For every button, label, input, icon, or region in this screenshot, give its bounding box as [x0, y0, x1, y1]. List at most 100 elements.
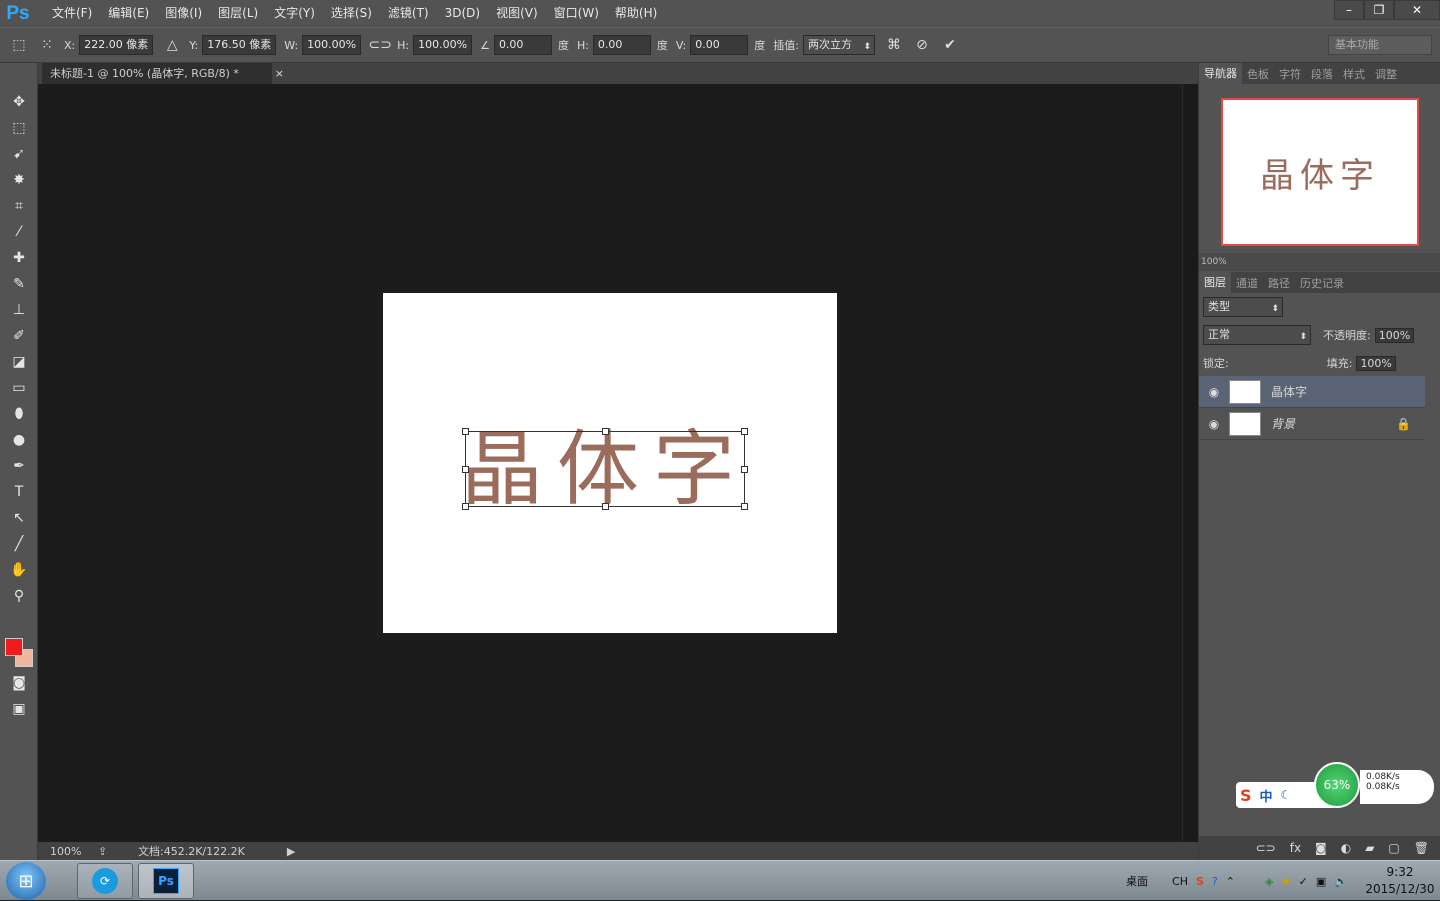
eyedropper-tool-icon[interactable]: ⁄ — [0, 219, 38, 245]
zoom-level[interactable]: 100% — [38, 845, 98, 858]
transform-handle[interactable] — [741, 428, 748, 435]
tab-close-icon[interactable]: × — [275, 63, 284, 84]
lang-indicator[interactable]: CH — [1172, 875, 1188, 888]
gradient-tool-icon[interactable]: ▭ — [0, 375, 38, 401]
interp-select[interactable]: 两次立方 — [802, 35, 875, 56]
blend-mode-select[interactable]: 正常 — [1203, 325, 1311, 346]
menu-view[interactable]: 视图(V) — [488, 0, 546, 27]
moon-icon[interactable]: ☾ — [1281, 788, 1292, 802]
tab-channels[interactable]: 通道 — [1231, 275, 1263, 291]
menu-file[interactable]: 文件(F) — [44, 0, 100, 27]
close-button[interactable]: ✕ — [1394, 0, 1440, 20]
move-tool-icon[interactable]: ✥ — [0, 89, 38, 115]
eye-icon[interactable]: ◉ — [1199, 385, 1229, 399]
menu-help[interactable]: 帮助(H) — [607, 0, 665, 27]
menu-image[interactable]: 图像(I) — [157, 0, 210, 27]
blur-tool-icon[interactable]: ⬮ — [0, 401, 38, 427]
transform-handle[interactable] — [602, 503, 609, 510]
h-field[interactable]: 100.00% — [413, 35, 473, 55]
ime-lang[interactable]: 中 — [1260, 786, 1273, 805]
brush-tool-icon[interactable]: ✎ — [0, 271, 38, 297]
zoom-tool-icon[interactable]: ⚲ — [0, 583, 38, 609]
x-field[interactable]: 222.00 像素 — [79, 35, 154, 55]
stamp-tool-icon[interactable]: ⊥ — [0, 297, 38, 323]
commit-transform-icon[interactable]: ✔ — [939, 34, 961, 56]
vskew-field[interactable]: 0.00 — [690, 35, 749, 55]
menu-select[interactable]: 选择(S) — [323, 0, 380, 27]
speed-ball[interactable]: 63% — [1314, 762, 1360, 808]
clock[interactable]: 9:32 2015/12/30 — [1360, 864, 1440, 898]
hskew-field[interactable]: 0.00 — [592, 35, 651, 55]
restore-button[interactable]: ❐ — [1364, 0, 1394, 20]
quick-mask-icon[interactable]: ◙ — [0, 670, 38, 696]
dodge-tool-icon[interactable]: ● — [0, 427, 38, 453]
w-field[interactable]: 100.00% — [302, 35, 362, 55]
tab-paragraph[interactable]: 段落 — [1306, 66, 1338, 82]
network-status-icon[interactable]: ✓ — [1299, 875, 1308, 888]
fx-icon[interactable]: fx — [1290, 841, 1301, 855]
angle-field[interactable]: 0.00 — [493, 35, 552, 55]
tray-arrow-icon[interactable]: ⌃ — [1226, 875, 1235, 888]
tab-history[interactable]: 历史记录 — [1295, 275, 1349, 291]
transform-handle[interactable] — [741, 503, 748, 510]
vertical-scrollbar[interactable] — [1182, 84, 1198, 842]
y-field[interactable]: 176.50 像素 — [202, 35, 277, 55]
fill-field[interactable]: 100% — [1356, 355, 1396, 371]
menu-filter[interactable]: 滤镜(T) — [380, 0, 437, 27]
tab-swatches[interactable]: 色板 — [1242, 66, 1274, 82]
menu-edit[interactable]: 编辑(E) — [100, 0, 157, 27]
hand-tool-icon[interactable]: ✋ — [0, 557, 38, 583]
menu-type[interactable]: 文字(Y) — [266, 0, 323, 27]
tab-paths[interactable]: 路径 — [1263, 275, 1295, 291]
status-menu-arrow-icon[interactable]: ▶ — [287, 845, 295, 858]
navigator-zoom[interactable]: 100% — [1199, 253, 1440, 271]
adjustment-layer-icon[interactable]: ◐ — [1341, 841, 1351, 855]
layer-row[interactable]: ◉ 晶体字 — [1199, 376, 1425, 408]
tab-layers[interactable]: 图层 — [1199, 272, 1231, 293]
volume-icon[interactable]: 🔈 — [1334, 875, 1348, 888]
new-layer-icon[interactable]: ▢ — [1388, 841, 1399, 855]
navigator-preview[interactable]: 晶体字 — [1221, 98, 1419, 246]
new-group-icon[interactable]: ▰ — [1365, 841, 1374, 855]
transform-bounding-box[interactable] — [462, 428, 748, 510]
history-brush-tool-icon[interactable]: ✐ — [0, 323, 38, 349]
transform-handle[interactable] — [602, 428, 609, 435]
menu-layer[interactable]: 图层(L) — [210, 0, 266, 27]
taskbar-browser[interactable]: ⟳ — [77, 863, 133, 899]
add-mask-icon[interactable]: ◙ — [1315, 841, 1327, 855]
tab-adjustments[interactable]: 调整 — [1370, 66, 1402, 82]
document-tab[interactable]: 未标题-1 @ 100% (晶体字, RGB/8) * × — [42, 63, 284, 84]
transform-handle[interactable] — [462, 466, 469, 473]
link-layers-icon[interactable]: ⊂⊃ — [1256, 841, 1276, 855]
tab-character[interactable]: 字符 — [1274, 66, 1306, 82]
marquee-tool-icon[interactable]: ⬚ — [0, 115, 38, 141]
menu-window[interactable]: 窗口(W) — [546, 0, 607, 27]
workspace-select[interactable]: 基本功能 — [1328, 35, 1432, 55]
foreground-color-swatch[interactable] — [5, 638, 23, 656]
path-selection-tool-icon[interactable]: ↖ — [0, 505, 38, 531]
layer-row[interactable]: ◉ 背景 🔒 — [1199, 408, 1425, 440]
delete-layer-icon[interactable]: 🗑 — [1414, 841, 1429, 855]
export-icon[interactable]: ⇪ — [98, 845, 138, 858]
tab-styles[interactable]: 样式 — [1338, 66, 1370, 82]
eye-icon[interactable]: ◉ — [1199, 417, 1229, 431]
line-tool-icon[interactable]: ╱ — [0, 531, 38, 557]
transform-handle[interactable] — [741, 466, 748, 473]
pen-tool-icon[interactable]: ✒ — [0, 453, 38, 479]
plus-tray-icon[interactable]: ✚ — [1281, 875, 1290, 888]
network-icon[interactable]: ▣ — [1316, 875, 1326, 888]
taskbar-photoshop[interactable]: Ps — [138, 863, 194, 899]
sogou-logo-icon[interactable]: S — [1240, 786, 1252, 805]
healing-brush-tool-icon[interactable]: ✚ — [0, 245, 38, 271]
help-icon[interactable]: ? — [1212, 875, 1218, 888]
sogou-tray-icon[interactable]: S — [1196, 875, 1204, 888]
tab-navigator[interactable]: 导航器 — [1199, 63, 1242, 84]
screen-mode-icon[interactable]: ▣ — [0, 696, 38, 722]
opacity-field[interactable]: 100% — [1374, 327, 1415, 343]
lasso-tool-icon[interactable]: ➹ — [0, 141, 38, 167]
warp-icon[interactable]: ⌘ — [883, 34, 905, 56]
crop-tool-icon[interactable]: ⌗ — [0, 193, 38, 219]
transform-handle[interactable] — [462, 503, 469, 510]
magic-wand-tool-icon[interactable]: ✸ — [0, 167, 38, 193]
eraser-tool-icon[interactable]: ◪ — [0, 349, 38, 375]
